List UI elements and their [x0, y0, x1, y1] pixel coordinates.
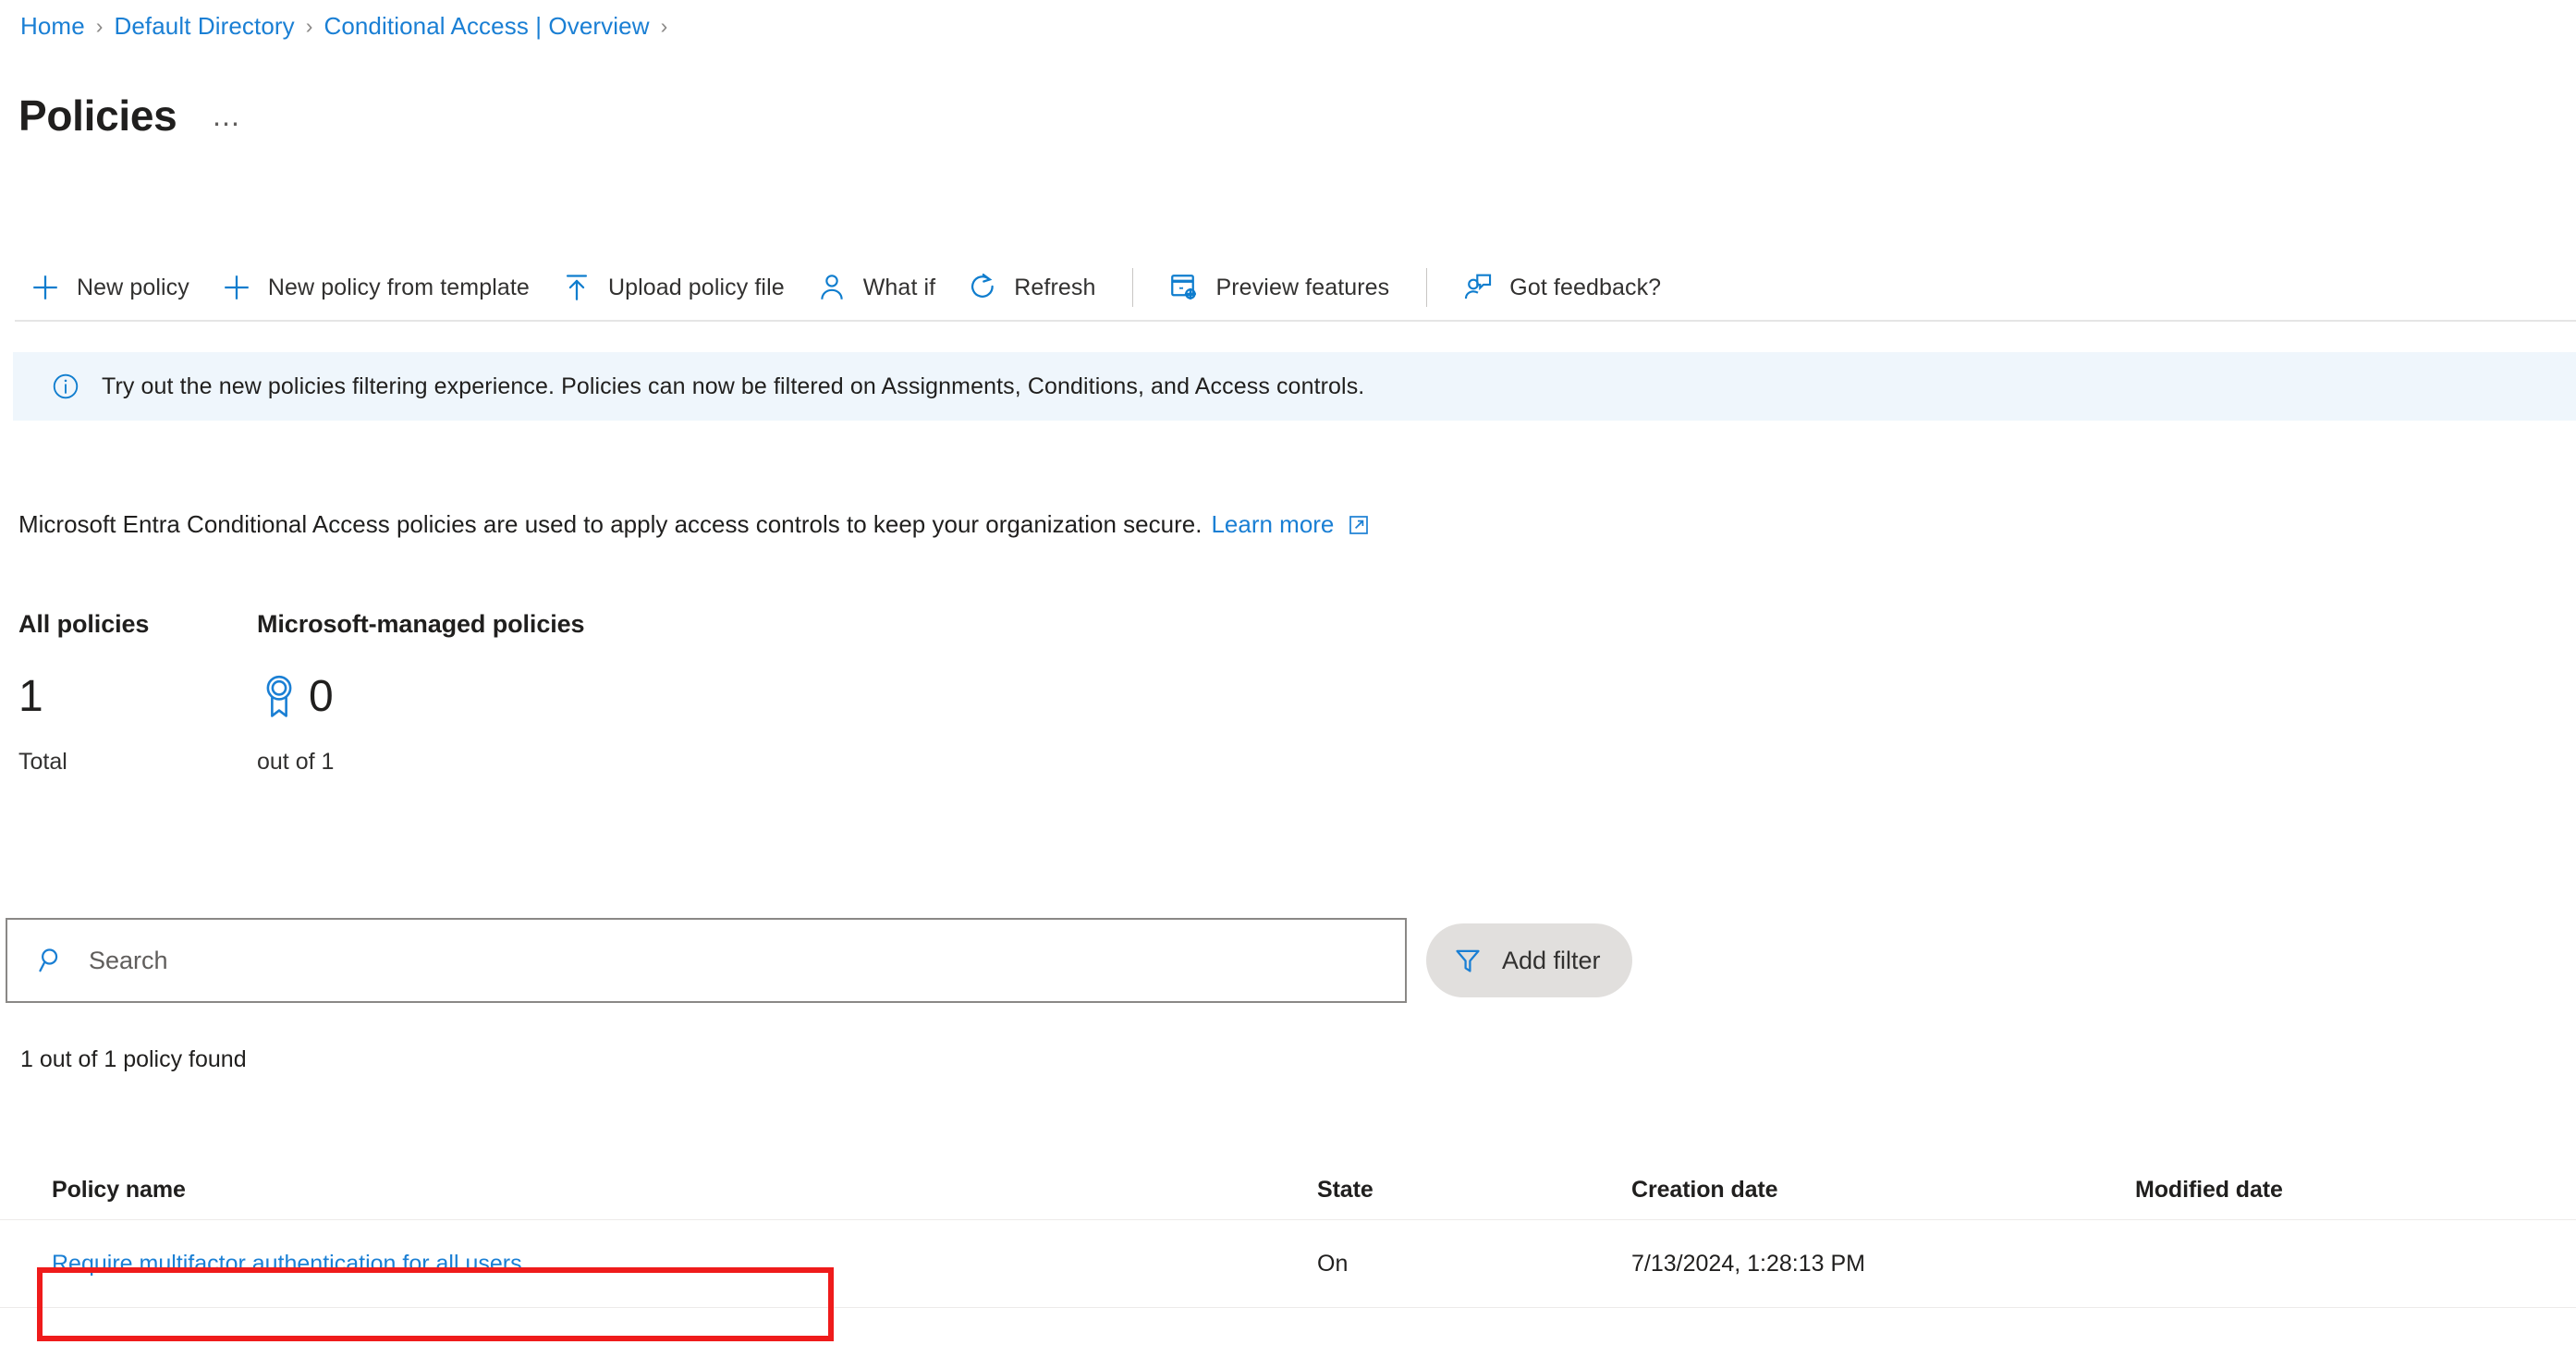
conditional-access-policies-page: Home › Default Directory › Conditional A… [0, 0, 2576, 1369]
info-banner: Try out the new policies filtering exper… [13, 352, 2576, 421]
table-row[interactable]: Require multifactor authentication for a… [0, 1219, 2576, 1308]
plus-icon [219, 270, 254, 305]
new-policy-button[interactable]: New policy [15, 261, 206, 314]
stat-microsoft-managed-value: 0 [309, 672, 334, 721]
command-bar-divider [15, 320, 2576, 322]
stats-section: All policies 1 Total Microsoft-managed p… [18, 610, 904, 776]
person-icon [814, 270, 849, 305]
policies-table: Policy name State Creation date Modified… [0, 1160, 2576, 1308]
award-badge-icon [257, 671, 301, 723]
breadcrumb-item-conditional-access-overview[interactable]: Conditional Access | Overview [324, 12, 649, 41]
table-header-row: Policy name State Creation date Modified… [0, 1160, 2576, 1219]
new-policy-from-template-button[interactable]: New policy from template [206, 261, 546, 314]
page-title: Policies [18, 92, 177, 140]
stat-all-policies-value: 1 [18, 672, 43, 721]
what-if-button[interactable]: What if [801, 261, 953, 314]
feedback-icon [1460, 270, 1496, 305]
column-header-creation-date[interactable]: Creation date [1631, 1177, 2135, 1204]
plus-icon [28, 270, 63, 305]
breadcrumb-separator-icon: › [305, 13, 313, 38]
column-header-state[interactable]: State [1317, 1177, 1631, 1204]
cell-state: On [1317, 1250, 1349, 1277]
breadcrumb: Home › Default Directory › Conditional A… [20, 7, 678, 44]
add-filter-label: Add filter [1502, 946, 1601, 974]
breadcrumb-separator-icon: › [660, 13, 668, 38]
page-description-text: Microsoft Entra Conditional Access polic… [18, 510, 1203, 538]
stat-all-policies: All policies 1 Total [18, 610, 257, 776]
cell-policy-name: Require multifactor authentication for a… [0, 1251, 1317, 1277]
upload-policy-file-button[interactable]: Upload policy file [546, 261, 801, 314]
stat-all-policies-sub: Total [18, 749, 67, 775]
breadcrumb-separator-icon: › [95, 13, 104, 38]
search-icon [35, 944, 68, 977]
page-description: Microsoft Entra Conditional Access polic… [18, 510, 1371, 539]
upload-policy-file-label: Upload policy file [607, 274, 785, 300]
column-header-modified-date[interactable]: Modified date [2135, 1177, 2576, 1204]
toolbar-divider [1132, 268, 1134, 307]
preview-features-label: Preview features [1215, 274, 1390, 300]
search-box[interactable] [6, 918, 1407, 1003]
what-if-label: What if [862, 274, 936, 300]
add-filter-button[interactable]: Add filter [1426, 923, 1632, 997]
funnel-icon [1452, 945, 1483, 976]
column-header-policy-name[interactable]: Policy name [0, 1177, 1317, 1204]
stat-all-policies-heading: All policies [18, 610, 150, 638]
breadcrumb-item-home[interactable]: Home [20, 12, 85, 41]
external-link-icon[interactable] [1347, 513, 1371, 537]
more-options-icon[interactable]: ⋯ [212, 111, 241, 139]
stat-microsoft-managed-sub: out of 1 [257, 749, 335, 775]
new-policy-label: New policy [77, 274, 189, 300]
breadcrumb-item-default-directory[interactable]: Default Directory [114, 12, 294, 41]
policy-name-link[interactable]: Require multifactor authentication for a… [52, 1251, 522, 1277]
result-count: 1 out of 1 policy found [20, 1046, 247, 1072]
got-feedback-label: Got feedback? [1509, 274, 1662, 300]
toolbar-divider [1426, 268, 1428, 307]
refresh-button[interactable]: Refresh [952, 261, 1112, 314]
upload-icon [559, 270, 594, 305]
preview-features-icon [1166, 270, 1202, 305]
learn-more-link[interactable]: Learn more [1211, 510, 1334, 539]
stat-microsoft-managed-policies: Microsoft-managed policies 0 out of 1 [257, 610, 904, 776]
stat-microsoft-managed-heading: Microsoft-managed policies [257, 610, 585, 638]
search-input[interactable] [89, 946, 1364, 975]
info-banner-text: Try out the new policies filtering exper… [102, 373, 1365, 399]
refresh-icon [965, 270, 1000, 305]
refresh-label: Refresh [1014, 274, 1096, 300]
preview-features-button[interactable]: Preview features [1154, 261, 1406, 314]
got-feedback-button[interactable]: Got feedback? [1447, 261, 1678, 314]
page-title-row: Policies ⋯ [18, 86, 241, 140]
new-policy-from-template-label: New policy from template [267, 274, 530, 300]
info-circle-icon [50, 371, 81, 402]
stat-microsoft-managed-value-row: 0 [257, 671, 904, 723]
command-bar: New policy New policy from template Uplo… [15, 259, 2576, 316]
cell-creation-date: 7/13/2024, 1:28:13 PM [1631, 1250, 1865, 1277]
stat-all-policies-value-row: 1 [18, 671, 257, 723]
